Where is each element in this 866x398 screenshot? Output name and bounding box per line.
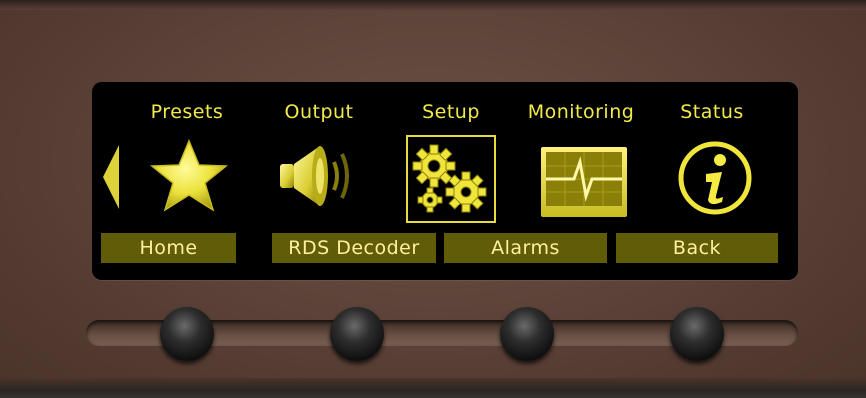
speaker-icon[interactable] (276, 140, 360, 210)
waveform-monitor-icon[interactable] (540, 146, 628, 218)
star-icon[interactable] (146, 138, 232, 214)
gears-icon[interactable] (410, 140, 492, 218)
menu-label-setup: Setup (422, 101, 480, 123)
menu-label-output: Output (284, 101, 354, 123)
panel-bottom-bevel (0, 378, 866, 398)
device-front-panel: Presets Output Setup Monitoring Status H… (0, 0, 866, 398)
menu-label-monitoring: Monitoring (527, 101, 635, 123)
hardware-button-4[interactable] (670, 307, 724, 361)
info-icon[interactable] (676, 140, 754, 216)
softkey-alarms[interactable]: Alarms (444, 233, 607, 263)
softkey-rds-decoder[interactable]: RDS Decoder (272, 233, 436, 263)
hardware-button-2[interactable] (330, 307, 384, 361)
scroll-left-arrow-icon[interactable] (103, 145, 119, 209)
menu-label-status: Status (680, 101, 744, 123)
softkey-back[interactable]: Back (616, 233, 778, 263)
menu-label-presets: Presets (150, 101, 224, 123)
hardware-button-1[interactable] (160, 307, 214, 361)
panel-top-bevel (0, 0, 866, 10)
softkey-home[interactable]: Home (101, 233, 236, 263)
hardware-button-3[interactable] (500, 307, 554, 361)
